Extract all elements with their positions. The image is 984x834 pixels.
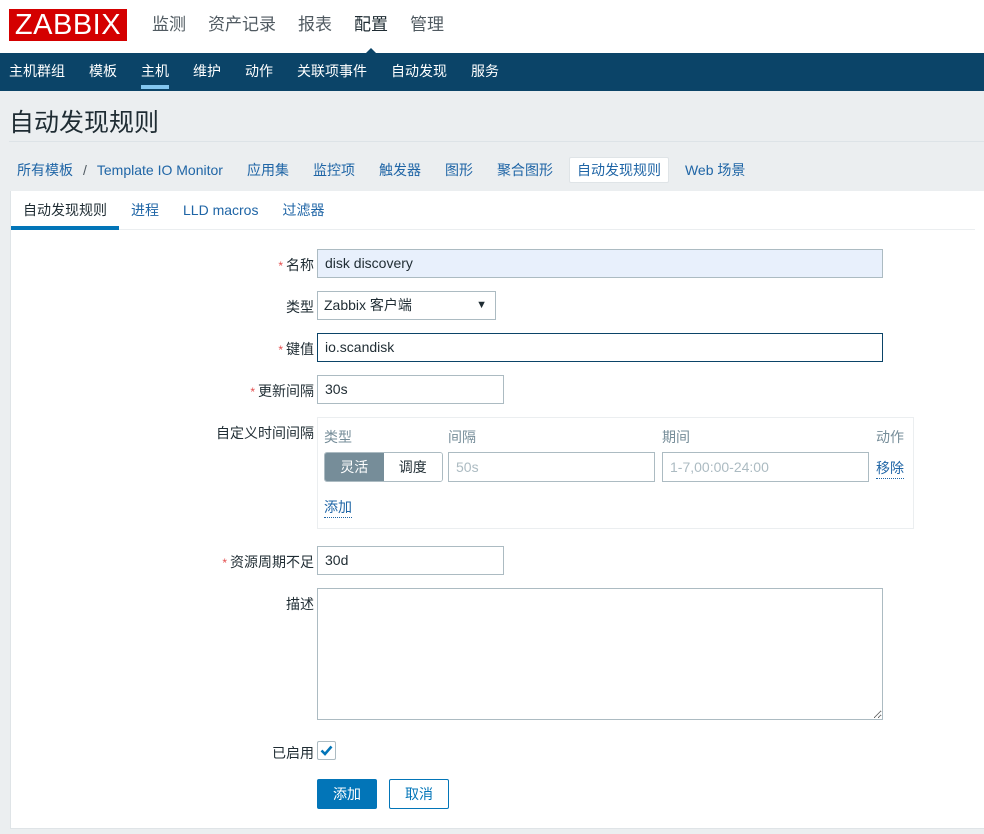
breadcrumb-separator: / bbox=[83, 162, 87, 178]
main-menu-item-administration[interactable]: 管理 bbox=[410, 0, 444, 53]
main-menu-item-reports[interactable]: 报表 bbox=[298, 0, 332, 53]
interval-type-toggle: 灵活 调度 bbox=[324, 452, 443, 482]
required-marker: * bbox=[278, 259, 283, 273]
sub-menu-item-actions[interactable]: 动作 bbox=[245, 53, 273, 91]
sub-menu-item-hosts[interactable]: 主机 bbox=[141, 53, 169, 91]
main-menu-item-inventory[interactable]: 资产记录 bbox=[208, 0, 276, 53]
breadcrumb-discovery-rules[interactable]: 自动发现规则 bbox=[568, 157, 669, 183]
required-marker: * bbox=[250, 385, 255, 399]
type-label: 类型 bbox=[286, 299, 314, 315]
breadcrumb-all-templates[interactable]: 所有模板 bbox=[17, 158, 73, 182]
type-select[interactable]: Zabbix 客户端 ▼ bbox=[317, 291, 496, 320]
column-header-type: 类型 bbox=[324, 429, 352, 445]
sub-menu-item-maintenance[interactable]: 维护 bbox=[193, 53, 221, 91]
key-input[interactable]: io.scandisk bbox=[317, 333, 883, 362]
column-header-interval: 间隔 bbox=[448, 429, 476, 445]
cancel-button[interactable]: 取消 bbox=[389, 779, 449, 809]
main-menu-item-monitoring[interactable]: 监测 bbox=[152, 0, 186, 53]
custom-intervals-table: 类型 间隔 期间 动作 灵活 调度 50s 1-7,00:00-24:00 移除… bbox=[317, 417, 914, 529]
form-panel: 自动发现规则 进程 LLD macros 过滤器 * 名称 disk discov… bbox=[10, 191, 984, 829]
tab-filters[interactable]: 过滤器 bbox=[270, 191, 336, 229]
breadcrumb-web-scenarios[interactable]: Web 场景 bbox=[685, 158, 745, 182]
breadcrumb-applications[interactable]: 应用集 bbox=[247, 158, 289, 182]
sub-menu-item-services[interactable]: 服务 bbox=[471, 53, 499, 91]
checkmark-icon bbox=[320, 745, 333, 756]
period-input[interactable]: 1-7,00:00-24:00 bbox=[662, 452, 869, 482]
key-label: * 键值 bbox=[278, 341, 314, 357]
breadcrumb-triggers[interactable]: 触发器 bbox=[379, 158, 421, 182]
update-interval-label: * 更新间隔 bbox=[250, 383, 314, 399]
breadcrumb-template[interactable]: Template IO Monitor bbox=[97, 158, 223, 182]
title-divider bbox=[9, 141, 984, 142]
description-textarea[interactable] bbox=[317, 588, 883, 720]
interval-input[interactable]: 50s bbox=[448, 452, 655, 482]
keep-lost-label: * 资源周期不足 bbox=[222, 554, 314, 570]
update-interval-input[interactable]: 30s bbox=[317, 375, 504, 404]
column-header-action: 动作 bbox=[876, 429, 904, 445]
description-label: 描述 bbox=[286, 596, 314, 612]
name-label: * 名称 bbox=[278, 257, 314, 273]
sub-menu: 主机群组 模板 主机 维护 动作 关联项事件 自动发现 服务 bbox=[0, 53, 984, 91]
zabbix-logo[interactable]: ZABBIX bbox=[9, 9, 127, 41]
dropdown-arrow-icon: ▼ bbox=[476, 299, 487, 311]
main-menu: 监测 资产记录 报表 配置 管理 bbox=[152, 0, 466, 56]
enabled-checkbox[interactable] bbox=[317, 741, 336, 760]
breadcrumb: 所有模板 / Template IO Monitor 应用集 监控项 触发器 图… bbox=[17, 157, 769, 183]
top-header: ZABBIX 监测 资产记录 报表 配置 管理 bbox=[0, 0, 984, 56]
column-header-period: 期间 bbox=[662, 429, 690, 445]
breadcrumb-screens[interactable]: 聚合图形 bbox=[497, 158, 553, 182]
interval-type-scheduling[interactable]: 调度 bbox=[383, 453, 442, 481]
tab-lld-macros[interactable]: LLD macros bbox=[171, 191, 270, 229]
remove-interval-link[interactable]: 移除 bbox=[876, 458, 904, 479]
name-input[interactable]: disk discovery bbox=[317, 249, 883, 278]
tab-discovery-rule[interactable]: 自动发现规则 bbox=[11, 191, 119, 230]
page-title: 自动发现规则 bbox=[9, 109, 160, 137]
add-button[interactable]: 添加 bbox=[317, 779, 377, 809]
sub-menu-item-event-correlation[interactable]: 关联项事件 bbox=[297, 53, 367, 91]
interval-type-flexible[interactable]: 灵活 bbox=[325, 453, 384, 481]
breadcrumb-items[interactable]: 监控项 bbox=[313, 158, 355, 182]
type-select-value: Zabbix 客户端 bbox=[324, 297, 412, 313]
keep-lost-input[interactable]: 30d bbox=[317, 546, 504, 575]
sub-menu-item-host-groups[interactable]: 主机群组 bbox=[9, 53, 65, 91]
sub-menu-item-templates[interactable]: 模板 bbox=[89, 53, 117, 91]
custom-intervals-label: 自定义时间间隔 bbox=[216, 425, 314, 441]
add-interval-link[interactable]: 添加 bbox=[324, 497, 352, 518]
main-menu-item-configuration[interactable]: 配置 bbox=[354, 0, 388, 56]
tab-preprocessing[interactable]: 进程 bbox=[119, 191, 171, 229]
form-tabs: 自动发现规则 进程 LLD macros 过滤器 bbox=[11, 191, 975, 230]
breadcrumb-graphs[interactable]: 图形 bbox=[445, 158, 473, 182]
required-marker: * bbox=[222, 556, 227, 570]
sub-menu-item-discovery[interactable]: 自动发现 bbox=[391, 53, 447, 91]
required-marker: * bbox=[278, 343, 283, 357]
enabled-label: 已启用 bbox=[272, 745, 314, 761]
